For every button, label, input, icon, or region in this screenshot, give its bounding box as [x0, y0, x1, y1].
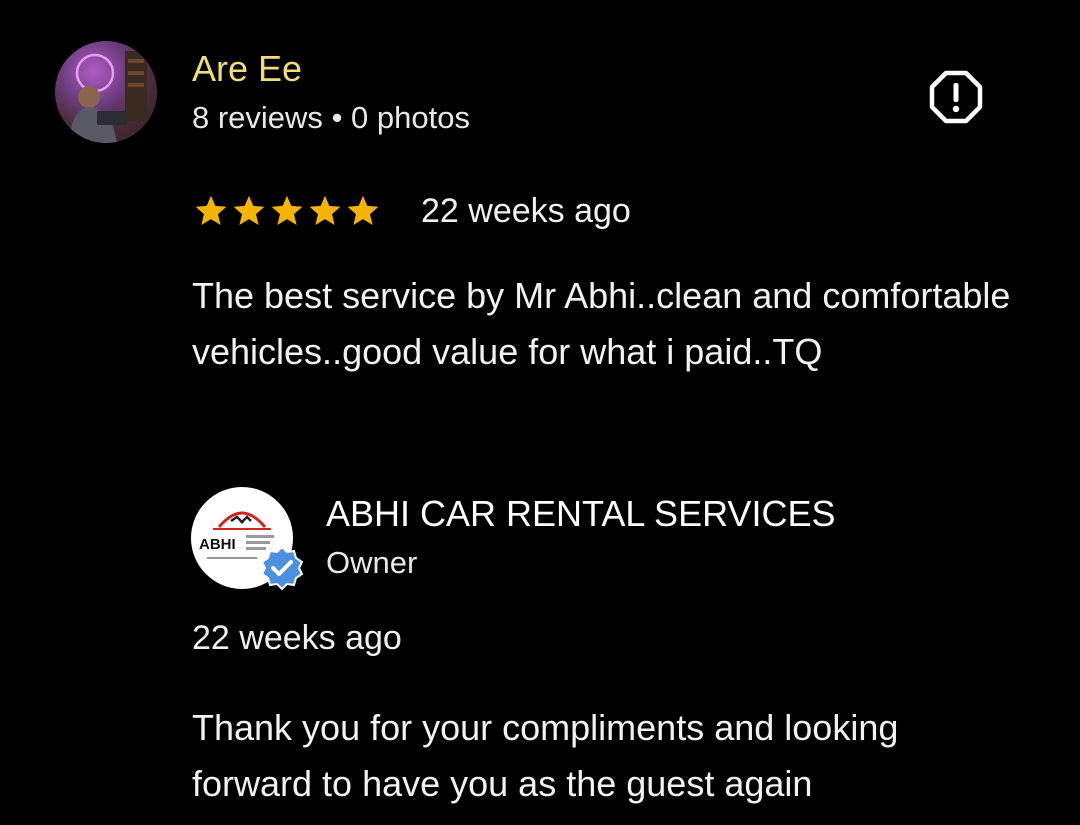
owner-business-name[interactable]: ABHI CAR RENTAL SERVICES: [326, 492, 835, 536]
reviews-count: 8 reviews: [192, 100, 323, 135]
review-timestamp: 22 weeks ago: [421, 192, 631, 230]
star-icon: [347, 195, 379, 225]
verified-check-icon: [259, 545, 305, 591]
star-icon: [271, 195, 303, 225]
review-text: The best service by Mr Abhi..clean and c…: [192, 275, 1011, 372]
star-icon: [195, 195, 227, 225]
response-timestamp: 22 weeks ago: [192, 619, 402, 657]
owner-role-label: Owner: [326, 545, 418, 580]
reviewer-stats: 8 reviews • 0 photos: [192, 99, 470, 137]
star-rating: [193, 193, 381, 229]
star-icon: [233, 195, 265, 225]
reviewer-photo: [69, 51, 147, 143]
owner-response-text: Thank you for your compliments and looki…: [192, 707, 899, 804]
report-flag-icon[interactable]: [929, 70, 983, 124]
reviewer-avatar[interactable]: [55, 41, 157, 143]
meta-separator: •: [331, 100, 343, 135]
logo-text: ABHI: [199, 536, 236, 553]
reviewer-name[interactable]: Are Ee: [192, 48, 302, 90]
star-icon: [309, 195, 341, 225]
photos-count: 0 photos: [351, 100, 470, 135]
